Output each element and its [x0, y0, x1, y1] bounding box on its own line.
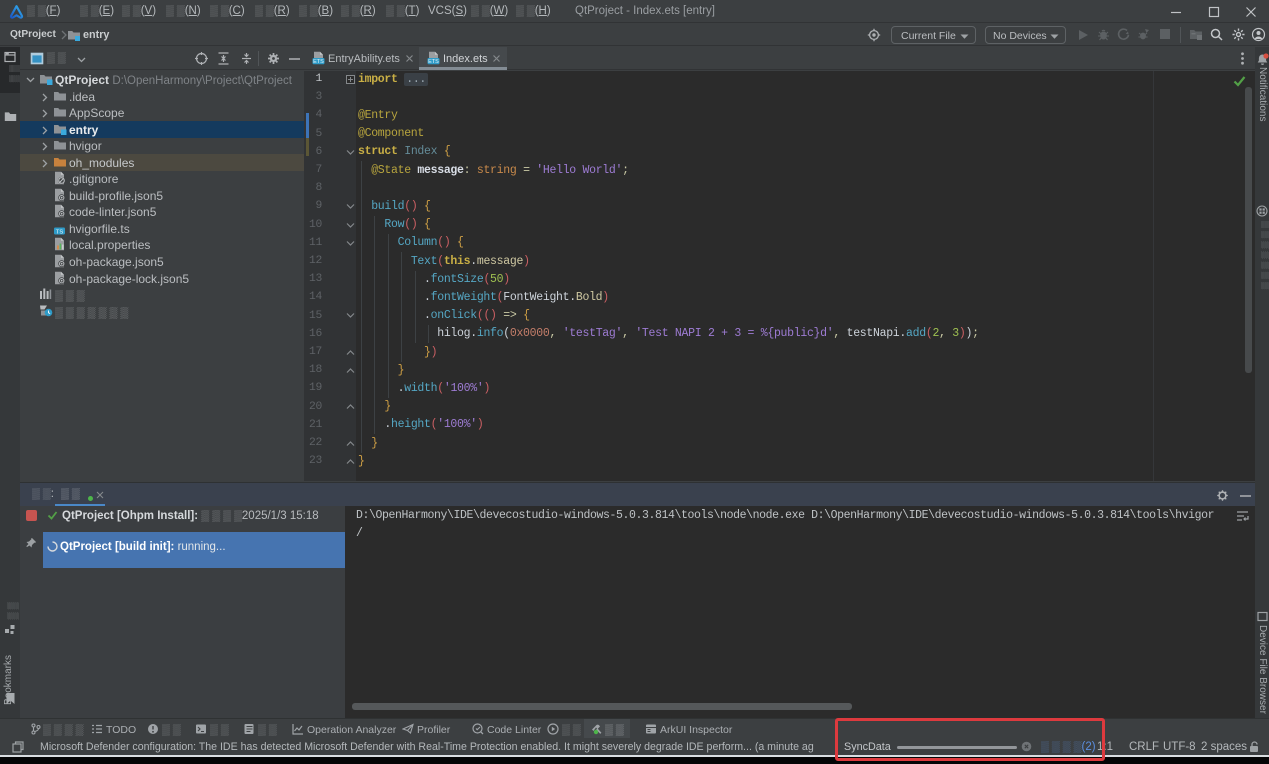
- svg-text:ETS: ETS: [313, 59, 324, 65]
- svg-text:ETS: ETS: [428, 59, 439, 65]
- svg-text:TS: TS: [56, 229, 64, 235]
